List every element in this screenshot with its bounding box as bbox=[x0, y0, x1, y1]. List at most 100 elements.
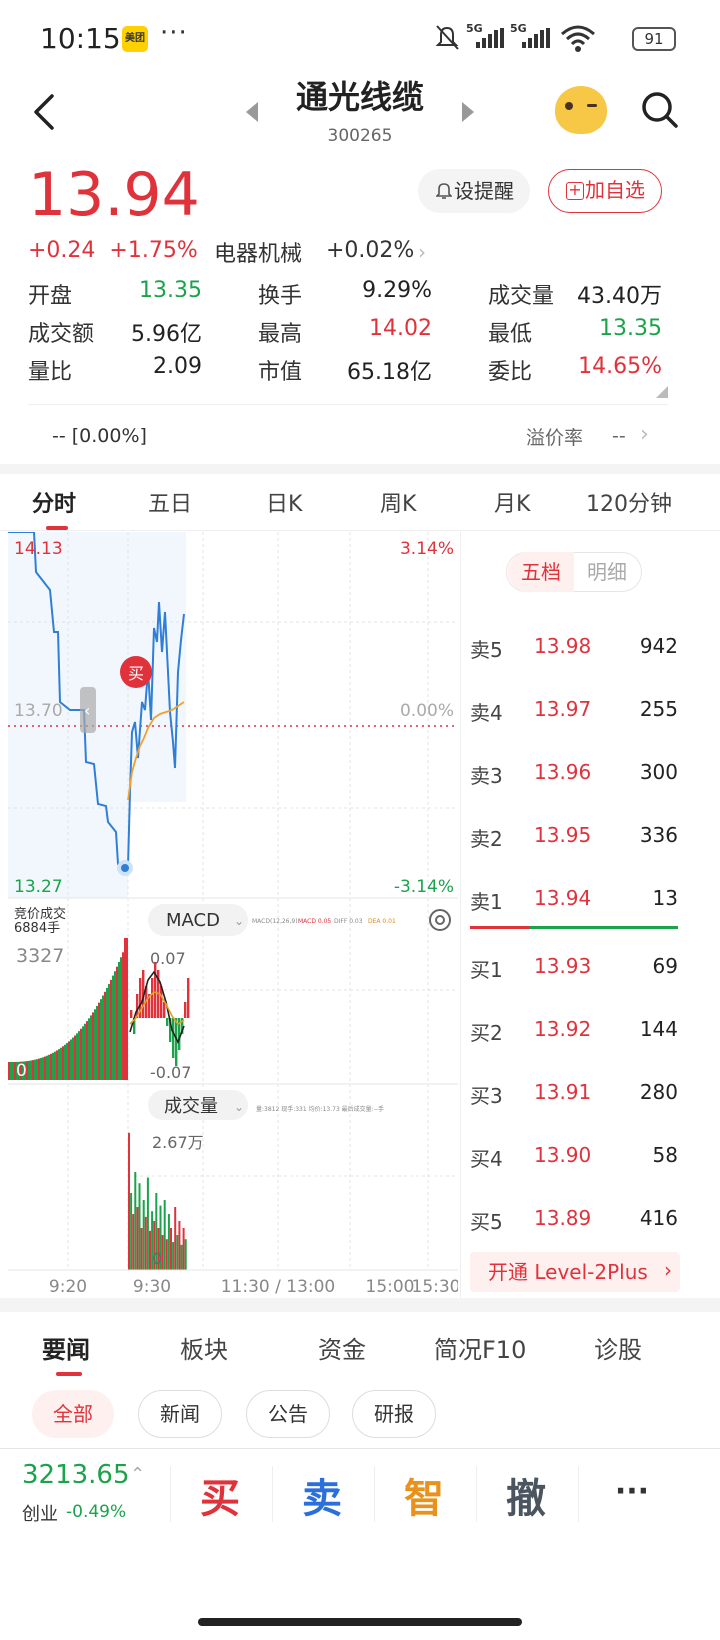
smart-trade-button[interactable]: 智 bbox=[384, 1466, 464, 1524]
ask-row[interactable]: 卖2 13.95 336 bbox=[470, 815, 678, 855]
auction-bar bbox=[82, 1026, 84, 1080]
back-icon[interactable] bbox=[26, 88, 66, 136]
chevron-right-icon[interactable]: › bbox=[664, 1258, 672, 1282]
settings-icon-inner bbox=[435, 915, 445, 925]
tab-120min[interactable]: 120分钟 bbox=[586, 486, 672, 518]
sector-name[interactable]: 电器机械 bbox=[214, 236, 302, 268]
volume-bar bbox=[167, 1214, 170, 1270]
auction-bar bbox=[90, 1015, 92, 1080]
next-stock-icon[interactable] bbox=[462, 102, 474, 122]
stat-value: 14.65% bbox=[578, 354, 662, 379]
bid-price: 13.91 bbox=[534, 1080, 592, 1104]
search-icon[interactable] bbox=[640, 90, 680, 130]
ask-row[interactable]: 卖5 13.98 942 bbox=[470, 626, 678, 666]
intraday-chart[interactable]: 买 ‹ 14.13 13.70 13.27 3.14% 0.00% -3.14%… bbox=[8, 532, 458, 1300]
expand-corner-icon[interactable] bbox=[656, 386, 668, 398]
stat-value: 9.29% bbox=[362, 278, 432, 303]
tab-indicator bbox=[56, 1372, 82, 1376]
signal-bars-icon bbox=[476, 28, 504, 48]
stat-value: 65.18亿 bbox=[347, 360, 432, 385]
chevron-down-icon: ⌄ bbox=[234, 1100, 244, 1114]
stat-value: 14.02 bbox=[369, 316, 432, 341]
tab-five-levels[interactable]: 五档 bbox=[508, 552, 574, 592]
macd-max: 0.07 bbox=[150, 949, 186, 968]
bid-volume: 416 bbox=[639, 1206, 678, 1230]
auction-bar bbox=[76, 1033, 78, 1080]
volume-bar bbox=[142, 1200, 145, 1270]
stat-value: 13.35 bbox=[599, 316, 662, 341]
chevron-right-icon[interactable]: › bbox=[640, 422, 649, 447]
macd-bar bbox=[172, 1018, 175, 1058]
auction-bar bbox=[98, 1002, 100, 1080]
auction-bar bbox=[92, 1012, 94, 1080]
chevron-up-icon[interactable]: ⌃ bbox=[130, 1464, 145, 1485]
auction-bar bbox=[8, 1062, 10, 1080]
sell-button[interactable]: 卖 bbox=[282, 1466, 362, 1524]
bid-row[interactable]: 买2 13.92 144 bbox=[470, 1009, 678, 1049]
bid-price: 13.89 bbox=[534, 1206, 592, 1230]
auction-bar bbox=[102, 995, 104, 1080]
ask-price: 13.98 bbox=[534, 634, 592, 658]
index-name: 创业 bbox=[22, 1504, 58, 1525]
tab-intraday[interactable]: 分时 bbox=[32, 486, 76, 518]
bid-row[interactable]: 买1 13.93 69 bbox=[470, 946, 678, 986]
tab-diagnosis[interactable]: 诊股 bbox=[594, 1330, 642, 1365]
tab-news-headlines[interactable]: 要闻 bbox=[42, 1330, 90, 1365]
ask-row[interactable]: 卖4 13.97 255 bbox=[470, 689, 678, 729]
tab-daily-k[interactable]: 日K bbox=[266, 486, 302, 518]
mascot-icon[interactable] bbox=[555, 86, 607, 134]
tab-details[interactable]: 明细 bbox=[574, 552, 640, 592]
ask-price: 13.94 bbox=[534, 886, 592, 910]
chip-news[interactable]: 新闻 bbox=[138, 1390, 222, 1438]
volume-bar bbox=[140, 1228, 143, 1270]
ask-price: 13.95 bbox=[534, 823, 592, 847]
auction-bar-max: 3327 bbox=[16, 945, 64, 967]
auction-bar bbox=[34, 1059, 36, 1080]
chip-announcements[interactable]: 公告 bbox=[246, 1390, 330, 1438]
level2-upgrade-button[interactable]: 开通 Level-2Plus bbox=[470, 1252, 680, 1292]
pct-low-label: -3.14% bbox=[394, 877, 454, 897]
chip-research[interactable]: 研报 bbox=[352, 1390, 436, 1438]
more-button[interactable]: ··· bbox=[592, 1474, 672, 1509]
macd-value: MACD 0.05 bbox=[298, 918, 331, 925]
tab-sector[interactable]: 板块 bbox=[180, 1330, 228, 1365]
bid-row[interactable]: 买4 13.90 58 bbox=[470, 1135, 678, 1175]
stock-code: 300265 bbox=[327, 126, 393, 146]
sector-change[interactable]: +0.02% bbox=[326, 238, 414, 263]
tab-monthly-k[interactable]: 月K bbox=[494, 486, 530, 518]
stat-label: 最低 bbox=[488, 322, 533, 347]
chip-all[interactable]: 全部 bbox=[32, 1390, 114, 1438]
volume-min: 0 bbox=[152, 1249, 162, 1268]
tab-profile-f10[interactable]: 简况F10 bbox=[434, 1330, 526, 1365]
volume-bar bbox=[138, 1183, 141, 1270]
volume-bar bbox=[174, 1207, 177, 1270]
volume-bar bbox=[130, 1193, 133, 1270]
auction-bar bbox=[122, 952, 124, 1080]
stat-value: 43.40万 bbox=[577, 284, 662, 309]
volume-bar bbox=[172, 1242, 175, 1270]
settings-icon[interactable] bbox=[429, 909, 451, 931]
cancel-order-button[interactable]: 撤 bbox=[486, 1466, 566, 1524]
chevron-down-icon: ⌄ bbox=[234, 914, 244, 928]
divider bbox=[28, 404, 668, 405]
index-value[interactable]: 3213.65 bbox=[22, 1460, 130, 1490]
index-change: -0.49% bbox=[66, 1502, 127, 1522]
volume-label: 成交量 bbox=[164, 1096, 218, 1117]
macd-bar bbox=[166, 1018, 169, 1026]
collapse-chevron-icon: ‹ bbox=[84, 701, 90, 720]
divider bbox=[374, 1466, 375, 1522]
ask-row[interactable]: 卖1 13.94 13 bbox=[470, 878, 678, 918]
volume-bar bbox=[163, 1200, 166, 1270]
tab-weekly-k[interactable]: 周K bbox=[380, 486, 416, 518]
set-alert-button[interactable]: 设提醒 bbox=[418, 169, 530, 213]
tab-funds[interactable]: 资金 bbox=[318, 1330, 366, 1365]
auction-volume: 6884手 bbox=[14, 921, 60, 936]
prev-stock-icon[interactable] bbox=[246, 102, 258, 122]
bid-row[interactable]: 买3 13.91 280 bbox=[470, 1072, 678, 1112]
bid-row[interactable]: 买5 13.89 416 bbox=[470, 1198, 678, 1238]
auction-bar bbox=[94, 1009, 96, 1080]
buy-button[interactable]: 买 bbox=[180, 1466, 260, 1524]
chevron-right-icon[interactable]: › bbox=[418, 240, 426, 264]
ask-row[interactable]: 卖3 13.96 300 bbox=[470, 752, 678, 792]
tab-five-day[interactable]: 五日 bbox=[148, 486, 192, 518]
